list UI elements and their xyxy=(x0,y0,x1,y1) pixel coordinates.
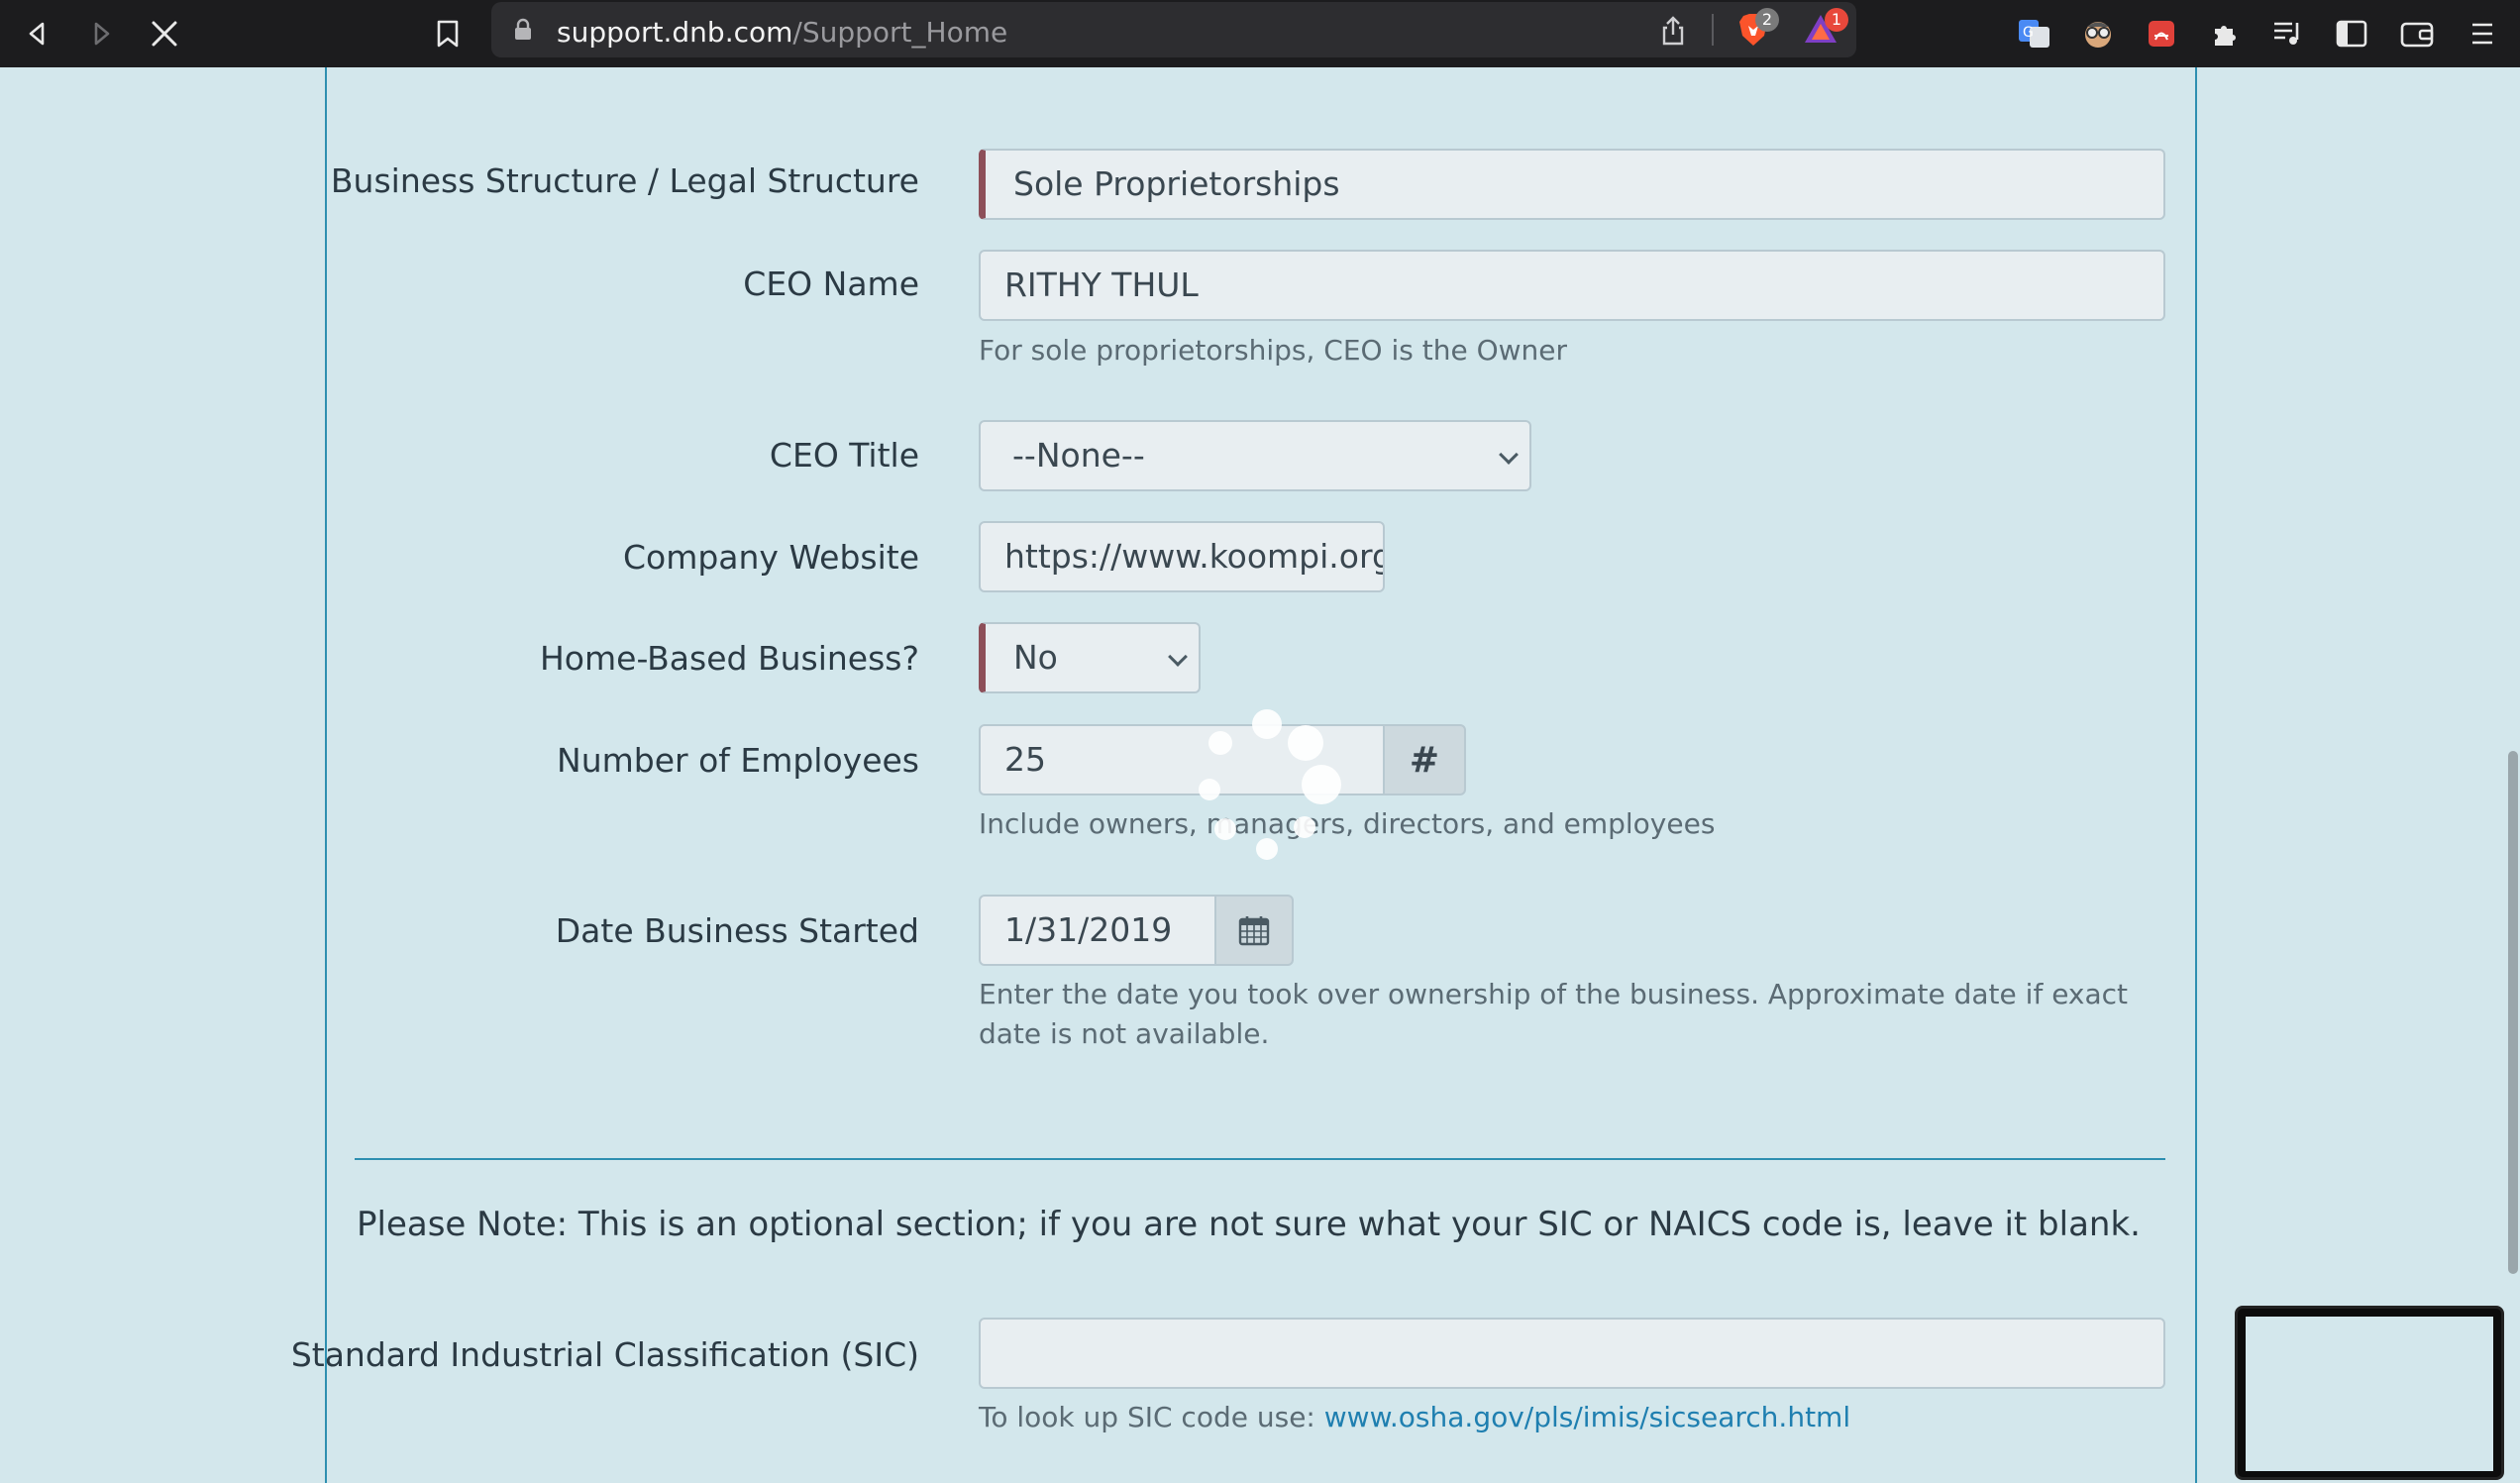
forward-button[interactable] xyxy=(77,10,125,57)
ceo-name-help: For sole proprietorships, CEO is the Own… xyxy=(979,334,1567,367)
rewards-count-badge: 1 xyxy=(1825,8,1848,32)
menu-button[interactable] xyxy=(2459,10,2506,57)
wallet-button[interactable] xyxy=(2393,10,2441,57)
company-website-label: Company Website xyxy=(622,538,919,577)
thumbnail-content xyxy=(2246,1317,2493,1471)
media-button[interactable] xyxy=(2264,10,2312,57)
sic-lookup-link[interactable]: www.osha.gov/pls/imis/sicsearch.html xyxy=(1324,1401,1850,1433)
ceo-title-select[interactable]: --None-- xyxy=(979,420,1531,491)
puzzle-icon xyxy=(2215,26,2236,46)
sic-help-text: To look up SIC code use: xyxy=(979,1401,1324,1433)
hamburger-icon xyxy=(2472,23,2492,45)
business-structure-field[interactable]: Sole Proprietorships xyxy=(979,149,2165,220)
hash-icon: # xyxy=(1383,724,1466,795)
optional-section-note: Please Note: This is an optional section… xyxy=(357,1205,2141,1244)
spy-extension[interactable] xyxy=(2074,10,2122,57)
brave-rewards-button[interactable]: 1 xyxy=(1803,8,1848,50)
employees-label: Number of Employees xyxy=(557,741,919,780)
google-translate-icon: G xyxy=(2019,20,2049,48)
calendar-icon xyxy=(1238,916,1270,946)
playlist-icon xyxy=(2274,22,2299,45)
brave-shields-button[interactable]: 2 xyxy=(1737,8,1779,50)
svg-text:G: G xyxy=(2023,25,2034,41)
acrobat-icon xyxy=(2149,21,2174,47)
incognito-face-icon xyxy=(2085,22,2111,48)
addr-divider xyxy=(1712,14,1714,46)
sic-input[interactable] xyxy=(979,1318,2165,1389)
translate-extension[interactable]: G xyxy=(2011,10,2058,57)
chevron-down-icon xyxy=(1168,647,1188,667)
back-icon xyxy=(29,22,45,46)
url-text: support.dnb.com/Support_Home xyxy=(557,16,1007,49)
ceo-title-label: CEO Title xyxy=(769,436,919,475)
date-started-label: Date Business Started xyxy=(555,911,919,950)
page-thumbnail-preview[interactable] xyxy=(2235,1306,2504,1480)
home-based-label: Home-Based Business? xyxy=(539,639,919,678)
browser-toolbar: support.dnb.com/Support_Home 2 1 G xyxy=(0,0,2520,67)
sidebar-button[interactable] xyxy=(2328,10,2375,57)
home-based-value: No xyxy=(1013,638,1058,677)
address-bar[interactable]: support.dnb.com/Support_Home 2 1 xyxy=(491,2,1856,57)
sidebar-icon xyxy=(2336,20,2367,48)
bookmark-icon xyxy=(437,20,459,48)
brave-count-badge: 2 xyxy=(1755,8,1779,32)
bookmark-button[interactable] xyxy=(424,10,472,57)
forward-icon xyxy=(94,22,110,46)
sic-label: Standard Industrial Classification (SIC) xyxy=(290,1335,919,1374)
home-based-select[interactable]: No xyxy=(979,622,1201,693)
pdf-extension[interactable] xyxy=(2138,10,2185,57)
calendar-button[interactable] xyxy=(1214,895,1294,966)
chevron-down-icon xyxy=(1499,445,1519,465)
url-host: support.dnb.com xyxy=(557,16,793,49)
company-website-input[interactable]: https://www.koompi.org xyxy=(979,521,1385,592)
section-divider xyxy=(355,1158,2165,1160)
stop-button[interactable] xyxy=(141,10,188,57)
ceo-name-label: CEO Name xyxy=(743,265,919,303)
wallet-icon xyxy=(2400,22,2434,48)
date-started-help: Enter the date you took over ownership o… xyxy=(979,978,2129,1050)
extensions-button[interactable] xyxy=(2201,10,2249,57)
lock-icon xyxy=(515,18,531,40)
url-path: /Support_Home xyxy=(792,16,1008,49)
ceo-title-value: --None-- xyxy=(1012,436,1145,475)
ceo-name-input[interactable]: RITHY THUL xyxy=(979,250,2165,321)
employees-help: Include owners, managers, directors, and… xyxy=(979,807,1716,840)
business-structure-label: Business Structure / Legal Structure xyxy=(330,161,919,200)
back-button[interactable] xyxy=(14,10,61,57)
page-scrollbar[interactable] xyxy=(2508,751,2518,1274)
date-started-input[interactable]: 1/31/2019 xyxy=(979,895,1216,966)
loading-spinner xyxy=(1185,701,1343,860)
close-icon xyxy=(152,21,177,47)
sic-help: To look up SIC code use: www.osha.gov/pl… xyxy=(979,1398,1850,1437)
share-icon[interactable] xyxy=(1660,16,1686,46)
